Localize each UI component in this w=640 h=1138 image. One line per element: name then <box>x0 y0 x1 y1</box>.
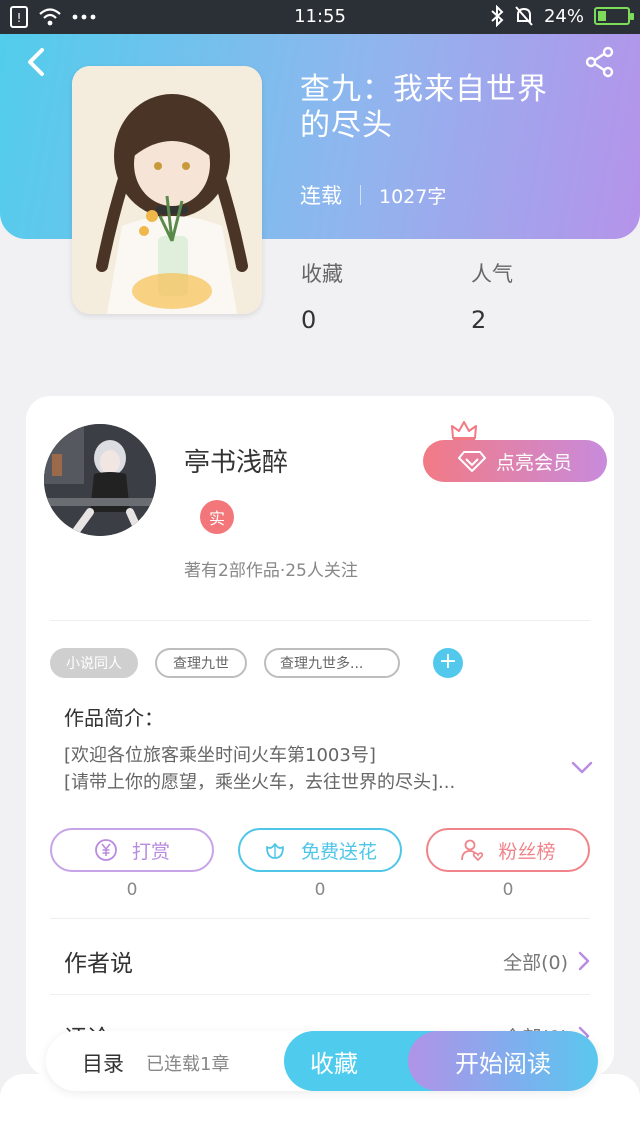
send-flower-label: 免费送花 <box>300 840 377 863</box>
meta-divider <box>360 185 361 205</box>
intro-line: [请带上你的愿望，乘坐火车，去往世界的尽头]... <box>64 772 456 793</box>
tip-count: 0 <box>126 880 138 900</box>
serial-status: 连载 <box>300 184 342 208</box>
divider <box>50 620 590 621</box>
stat-popularity: 人气 2 <box>471 258 513 334</box>
tag-list: 小说同人 查理九世 查理九世多... + <box>50 648 463 678</box>
fan-user-heart-icon <box>461 839 484 862</box>
book-title-line1: 查九：我来自世界 <box>300 72 548 107</box>
avatar-illustration <box>44 424 156 536</box>
add-tag-button[interactable]: + <box>433 648 463 678</box>
fan-rank-label: 粉丝榜 <box>498 840 556 863</box>
stat-label: 人气 <box>471 262 513 286</box>
book-detail-card: 亭书浅醉 实 著有2部作品·25人关注 点亮会员 小说同人 查理九世 查理九世多… <box>26 396 614 1076</box>
verified-badge: 实 <box>200 500 234 534</box>
bluetooth-icon <box>491 5 504 27</box>
author-stats: 著有2部作品·25人关注 <box>184 561 358 581</box>
battery-icon <box>594 7 634 25</box>
chevron-right-icon <box>578 951 590 971</box>
stat-value: 2 <box>471 306 487 334</box>
tip-label: 打赏 <box>131 840 170 863</box>
chapter-count: 已连载1章 <box>146 1054 230 1075</box>
divider <box>50 918 590 919</box>
intro-text: [欢迎各位旅客乘坐时间火车第1003号] [请带上你的愿望，乘坐火车，去往世界的… <box>64 742 534 796</box>
fan-rank-button[interactable]: 粉丝榜 <box>426 828 590 872</box>
flower-icon <box>266 843 284 859</box>
back-arrow-icon[interactable] <box>22 44 50 80</box>
yen-coin-icon <box>95 839 117 861</box>
stat-favorites: 收藏 0 <box>301 258 343 334</box>
author-says-label: 作者说 <box>64 951 133 977</box>
diamond-icon <box>457 451 486 472</box>
toc-button[interactable]: 目录 <box>82 1048 124 1078</box>
crown-icon <box>451 421 477 441</box>
cover-illustration <box>72 66 262 314</box>
stat-label: 收藏 <box>301 262 343 286</box>
start-reading-button[interactable]: 开始阅读 <box>408 1031 598 1091</box>
tag-item[interactable]: 查理九世 <box>155 648 247 678</box>
author-says-count: 全部(0) <box>503 951 568 974</box>
tag-item[interactable]: 查理九世多... <box>264 648 400 678</box>
stat-value: 0 <box>301 306 317 334</box>
fan-count: 0 <box>502 880 514 900</box>
intro-line: [欢迎各位旅客乘坐时间火车第1003号] <box>64 745 376 766</box>
status-bar: ! 11:55 24% <box>0 0 640 34</box>
author-name[interactable]: 亭书浅醉 <box>184 442 288 479</box>
bottom-action-bar: 目录 已连载1章 收藏 开始阅读 <box>46 1031 598 1091</box>
author-says-more[interactable]: 全部(0) <box>503 948 590 975</box>
intro-title: 作品简介： <box>64 706 164 730</box>
send-flower-button[interactable]: 免费送花 <box>238 828 402 872</box>
author-avatar[interactable] <box>44 424 156 536</box>
book-cover[interactable] <box>72 66 262 314</box>
battery-percent: 24% <box>543 5 584 27</box>
book-title: 查九：我来自世界 的尽头 <box>300 72 600 144</box>
divider <box>50 994 590 995</box>
tag-item[interactable]: 小说同人 <box>50 648 138 678</box>
word-count: 1027字 <box>379 185 447 208</box>
flower-count: 0 <box>314 880 326 900</box>
vip-button[interactable]: 点亮会员 <box>423 440 607 482</box>
book-title-line2: 的尽头 <box>300 108 393 143</box>
chevron-down-icon[interactable] <box>570 760 594 776</box>
vip-button-label: 点亮会员 <box>495 451 572 474</box>
tip-button[interactable]: 打赏 <box>50 828 214 872</box>
author-says-row[interactable]: 作者说 全部(0) <box>64 941 590 981</box>
book-meta: 连载 1027字 <box>300 180 446 210</box>
mute-bell-icon <box>515 6 533 26</box>
